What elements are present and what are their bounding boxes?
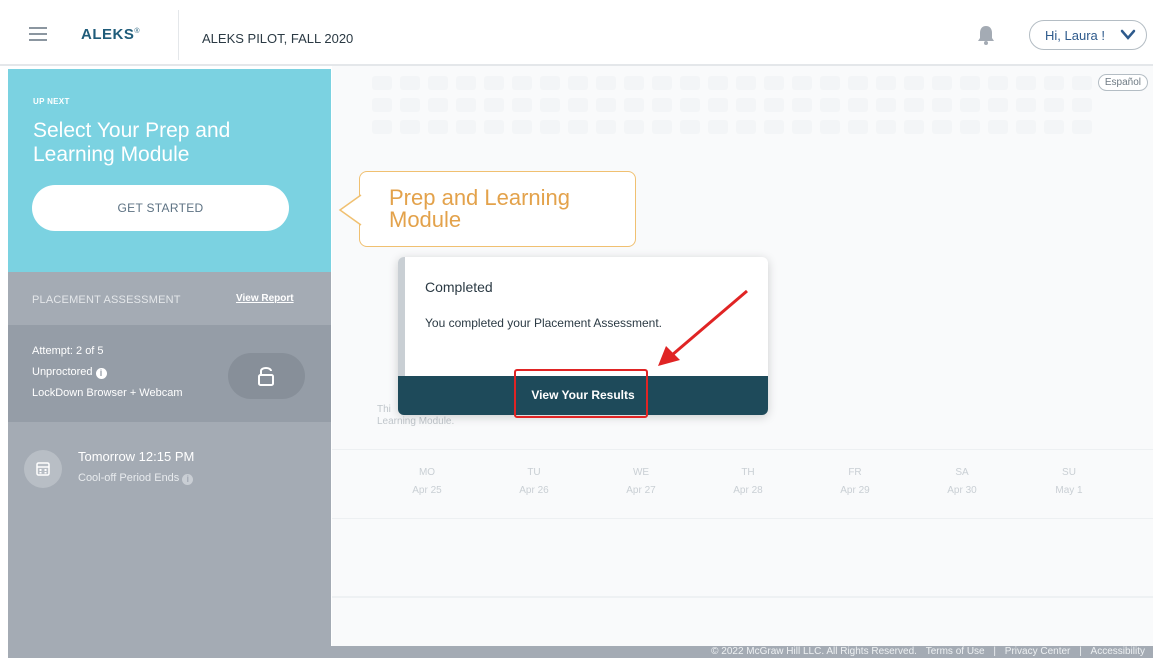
calendar-day-date: Apr 30 [947, 485, 977, 496]
copyright-text: © 2022 McGraw Hill LLC. All Rights Reser… [711, 646, 917, 657]
aleks-logo[interactable]: ALEKS® [81, 26, 140, 43]
calendar-day-date: Apr 25 [412, 485, 442, 496]
calendar-day: FR Apr 29 [825, 464, 885, 500]
attempt-count: Attempt: 2 of 5 [32, 345, 104, 357]
language-toggle[interactable]: Español [1097, 74, 1148, 91]
user-menu-button[interactable]: Hi, Laura ! [1029, 20, 1147, 50]
calendar-day-date: Apr 27 [626, 485, 656, 496]
background-pattern [372, 76, 1092, 134]
calendar-day-name: SU [1062, 467, 1076, 478]
lock-button[interactable] [228, 353, 305, 399]
footer-links: © 2022 McGraw Hill LLC. All Rights Reser… [711, 646, 1145, 657]
annotation-highlight-box [514, 369, 648, 418]
calendar-day-name: TU [527, 467, 541, 478]
callout-pointer [338, 194, 362, 226]
proctor-status: Unproctored i [32, 366, 107, 379]
view-report-link[interactable]: View Report [236, 293, 294, 304]
calendar-day-name: TH [741, 467, 755, 478]
week-calendar: MO Apr 25 TU Apr 26 WE Apr 27 TH Apr 28 FR Apr 29… [332, 449, 1153, 519]
calendar-day: SA Apr 30 [932, 464, 992, 500]
calendar-day: TH Apr 28 [718, 464, 778, 500]
accessibility-link[interactable]: Accessibility [1091, 646, 1145, 657]
cooloff-time: Tomorrow 12:15 PM [78, 449, 195, 464]
chevron-down-icon [1120, 29, 1136, 40]
lock-icon [258, 367, 274, 386]
calendar-day: SU May 1 [1039, 464, 1099, 500]
page-footer: © 2022 McGraw Hill LLC. All Rights Reser… [8, 646, 1153, 658]
header-divider [178, 10, 179, 60]
get-started-button[interactable]: GET STARTED [32, 185, 289, 231]
up-next-title: Select Your Prep and Learning Module [33, 119, 231, 166]
calendar-day-date: May 1 [1055, 485, 1083, 496]
divider [332, 596, 1153, 598]
placement-assessment-label: PLACEMENT ASSESSMENT [32, 294, 181, 306]
calendar-day-date: Apr 29 [840, 485, 870, 496]
cooloff-label: Cool-off Period Ends i [78, 472, 194, 485]
user-greeting: Hi, Laura ! [1045, 28, 1105, 43]
course-title: ALEKS PILOT, FALL 2020 [202, 31, 354, 46]
calendar-day-name: SA [955, 467, 969, 478]
calendar-day-date: Apr 26 [519, 485, 549, 496]
hamburger-menu-icon[interactable] [29, 27, 47, 41]
bell-icon[interactable] [975, 24, 997, 46]
terms-link[interactable]: Terms of Use [926, 646, 985, 657]
calendar-day-name: MO [418, 467, 436, 478]
browser-requirement: LockDown Browser + Webcam [32, 387, 183, 399]
prep-learning-callout: Prep and Learning Module [338, 171, 636, 247]
callout-text: Prep and Learning Module [389, 185, 571, 232]
up-next-panel: UP NEXT Select Your Prep and Learning Mo… [8, 69, 331, 272]
calendar-day-date: Apr 28 [733, 485, 763, 496]
info-icon[interactable]: i [95, 368, 107, 379]
attempt-info: Attempt: 2 of 5 Unproctored i LockDown Br… [8, 325, 331, 422]
placement-panel: PLACEMENT ASSESSMENT View Report Attempt… [8, 272, 331, 646]
calendar-day: TU Apr 26 [504, 464, 564, 500]
calendar-day: WE Apr 27 [611, 464, 671, 500]
card-body: You completed your Placement Assessment. [425, 316, 663, 330]
calendar-day: MO Apr 25 [397, 464, 457, 500]
top-header: ALEKS® ALEKS PILOT, FALL 2020 Hi, Laura … [0, 0, 1153, 66]
privacy-link[interactable]: Privacy Center [1005, 646, 1071, 657]
card-title: Completed [425, 279, 493, 295]
calendar-icon [24, 450, 62, 488]
annotation-arrow-icon [658, 289, 748, 366]
calendar-day-name: FR [848, 467, 862, 478]
calendar-day-name: WE [632, 467, 650, 478]
up-next-label: UP NEXT [33, 97, 70, 106]
info-icon[interactable]: i [182, 474, 194, 485]
